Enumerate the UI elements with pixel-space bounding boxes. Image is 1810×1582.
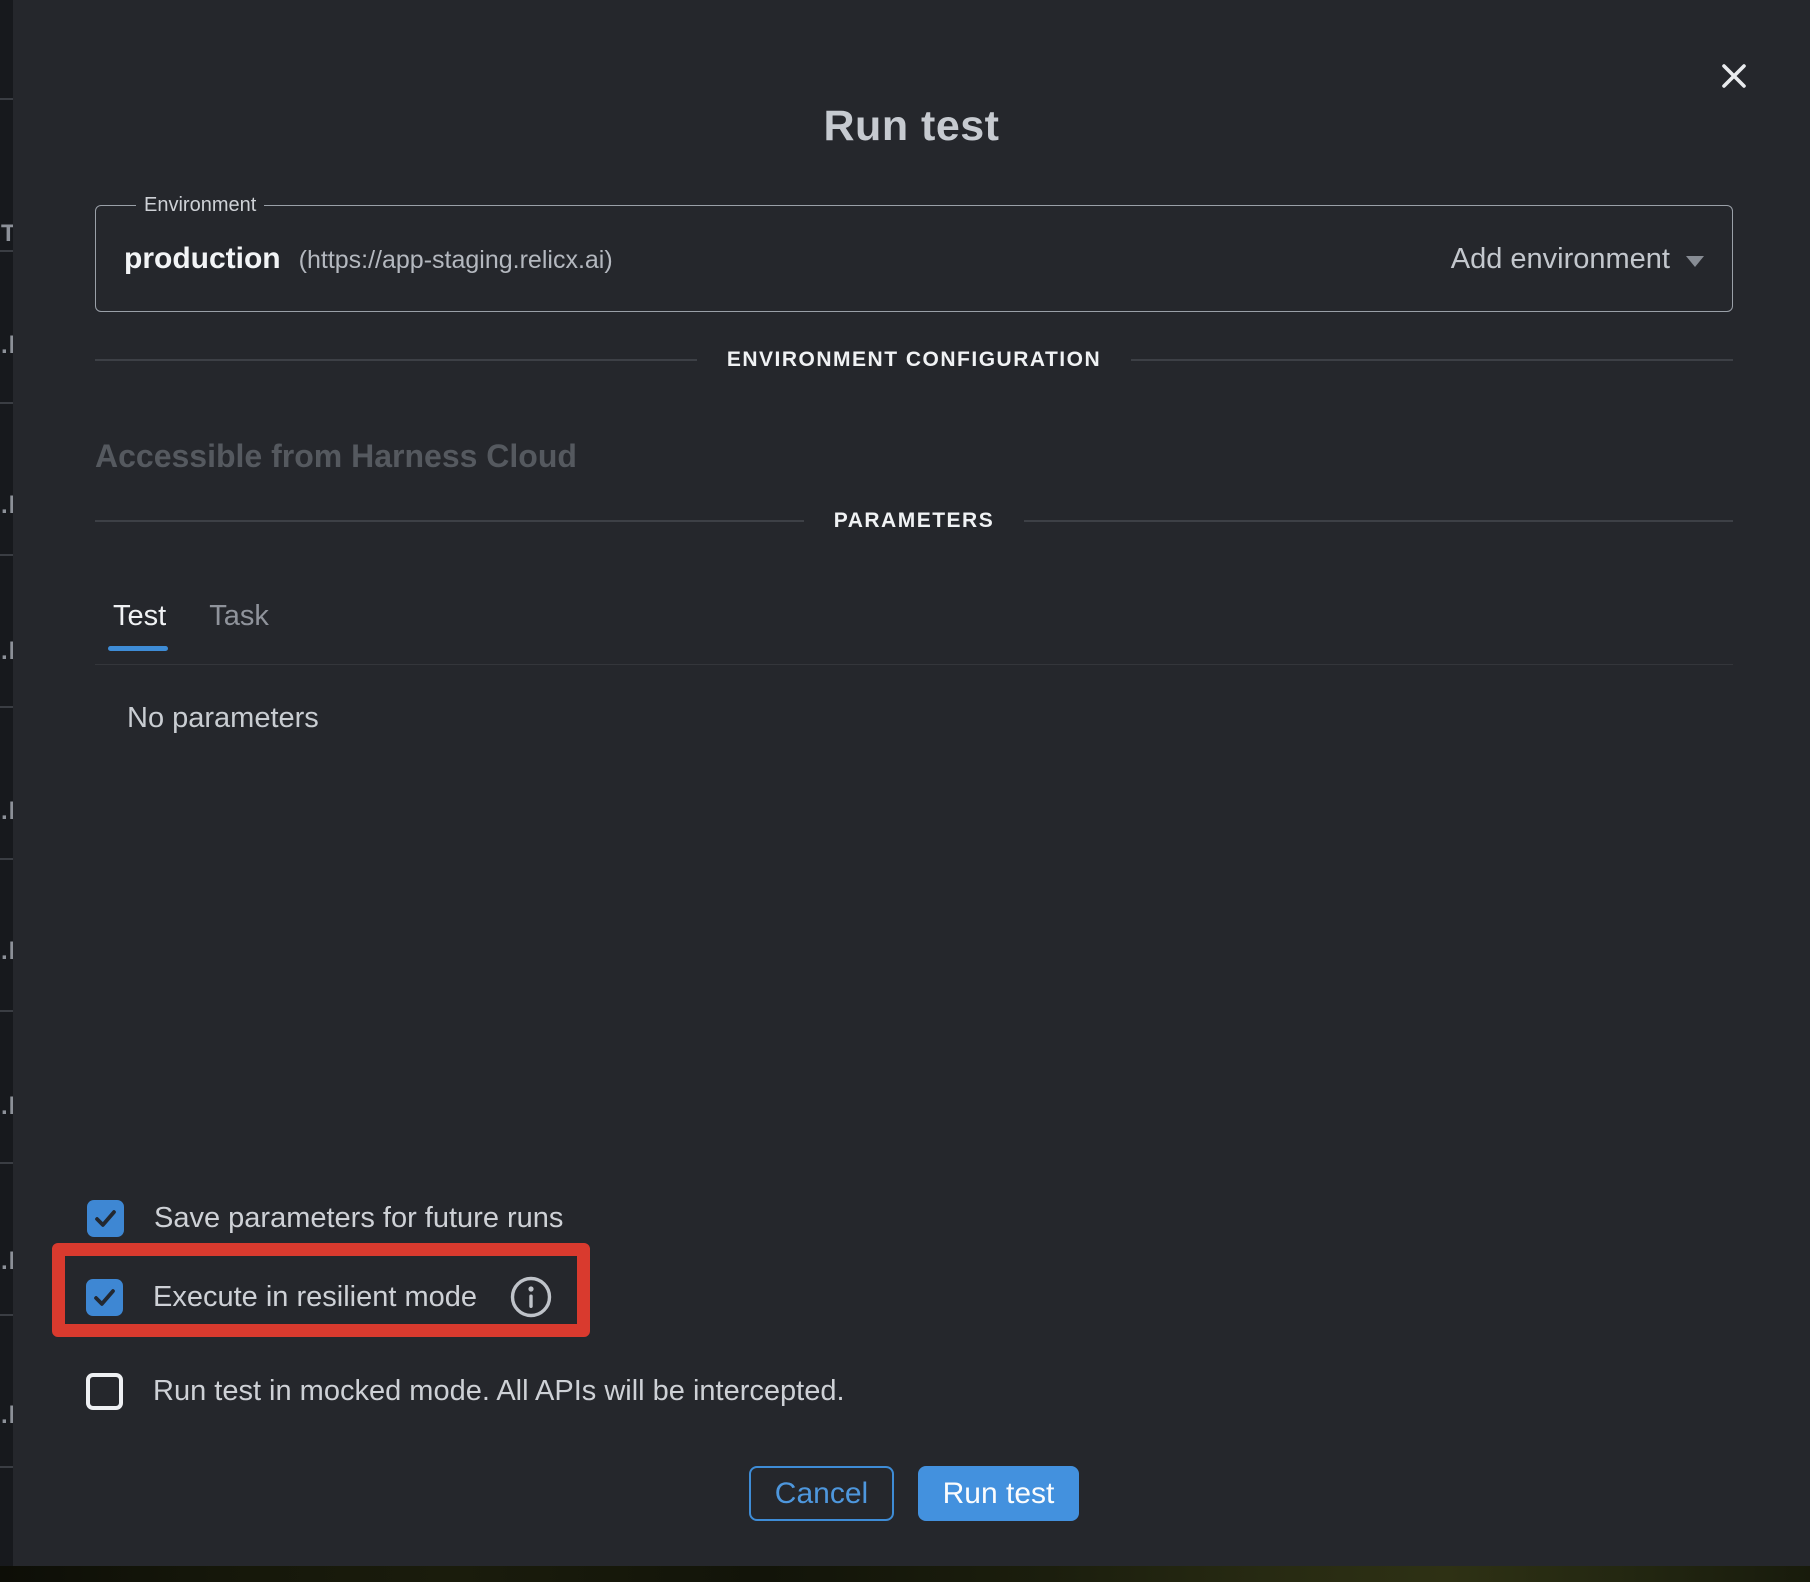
- environment-url: (https://app-staging.relicx.ai): [299, 246, 613, 275]
- underlying-photo-strip: [0, 1566, 1810, 1582]
- environment-name: production: [124, 242, 281, 276]
- tab-task[interactable]: Task: [209, 598, 269, 635]
- clipped-text-fragment: .l: [1, 798, 13, 826]
- info-icon[interactable]: [509, 1275, 553, 1319]
- environment-note: Accessible from Harness Cloud: [95, 438, 577, 475]
- option-save-parameters: Save parameters for future runs: [87, 1199, 563, 1237]
- clipped-text-fragment: .l: [1, 1402, 13, 1430]
- save-parameters-checkbox[interactable]: [87, 1200, 124, 1237]
- check-icon: [91, 1284, 118, 1311]
- option-label: Save parameters for future runs: [154, 1202, 563, 1235]
- parameters-tabs: Test Task: [95, 598, 1733, 665]
- option-mocked-mode: Run test in mocked mode. All APIs will b…: [86, 1372, 845, 1410]
- divider-line: [1024, 520, 1733, 522]
- clipped-text-fragment: .l: [1, 332, 13, 360]
- clipped-text-fragment: .l: [1, 938, 13, 966]
- parameters-divider: PARAMETERS: [95, 509, 1733, 533]
- active-tab-indicator: [108, 646, 168, 651]
- resilient-mode-checkbox[interactable]: [86, 1279, 123, 1316]
- mocked-mode-checkbox[interactable]: [86, 1373, 123, 1410]
- run-test-dialog: Run test Environment production (https:/…: [13, 0, 1810, 1566]
- cancel-button[interactable]: Cancel: [749, 1466, 894, 1521]
- clipped-text-fragment: .l: [1, 1248, 13, 1276]
- divider-line: [95, 359, 697, 361]
- clipped-text-fragment: .l: [1, 1093, 13, 1121]
- check-icon: [92, 1205, 119, 1232]
- add-environment-label: Add environment: [1451, 243, 1670, 276]
- divider-line: [95, 520, 804, 522]
- option-label: Run test in mocked mode. All APIs will b…: [153, 1375, 845, 1408]
- environment-select[interactable]: Environment production (https://app-stag…: [95, 194, 1733, 312]
- environment-legend: Environment: [136, 194, 264, 216]
- add-environment-button[interactable]: Add environment: [1451, 243, 1704, 276]
- clipped-text-fragment: .l: [1, 638, 13, 666]
- environment-configuration-heading: ENVIRONMENT CONFIGURATION: [697, 348, 1131, 372]
- close-button[interactable]: [1714, 56, 1754, 96]
- run-test-button[interactable]: Run test: [918, 1466, 1079, 1521]
- underlying-page-sliver: T .l .l .l .l .l .l .l .l: [0, 0, 13, 1566]
- chevron-down-icon: [1686, 256, 1704, 267]
- option-label: Execute in resilient mode: [153, 1281, 477, 1314]
- divider-line: [1131, 359, 1733, 361]
- option-resilient-mode: Execute in resilient mode: [86, 1278, 553, 1316]
- tab-test[interactable]: Test: [113, 598, 166, 635]
- clipped-text-fragment: .l: [1, 492, 13, 520]
- dialog-title: Run test: [13, 102, 1810, 151]
- selected-environment: production (https://app-staging.relicx.a…: [124, 242, 613, 276]
- parameters-heading: PARAMETERS: [804, 509, 1024, 533]
- no-parameters-text: No parameters: [127, 702, 319, 735]
- environment-configuration-divider: ENVIRONMENT CONFIGURATION: [95, 348, 1733, 372]
- screen: T .l .l .l .l .l .l .l .l Run test Envir…: [0, 0, 1810, 1582]
- clipped-text-fragment: T: [1, 220, 13, 248]
- close-icon: [1718, 60, 1750, 92]
